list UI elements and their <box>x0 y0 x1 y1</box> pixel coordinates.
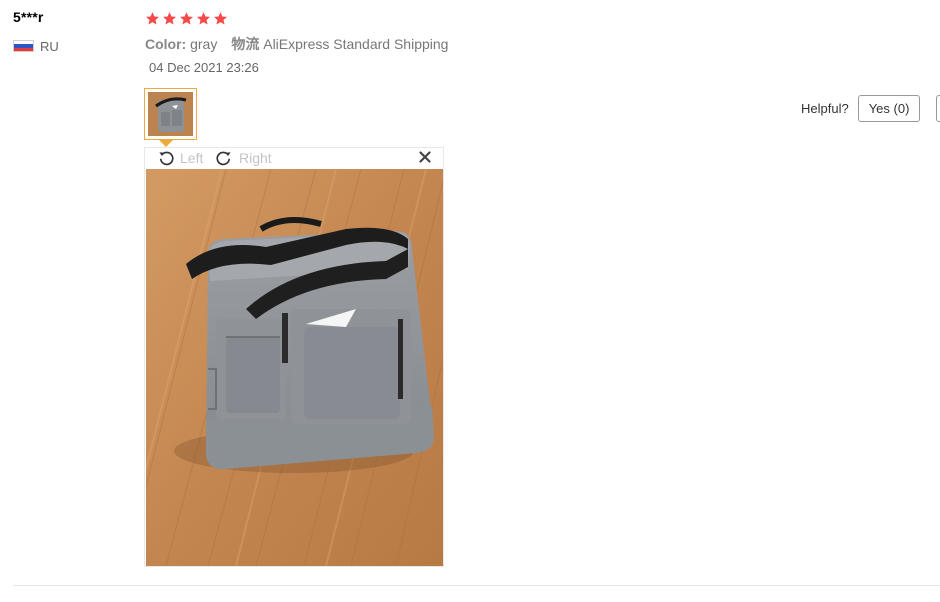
rotate-right-button[interactable]: Right <box>215 149 272 167</box>
country-code: RU <box>40 38 59 54</box>
helpful-section: Helpful? Yes (0) <box>801 95 921 122</box>
rotate-left-label: Left <box>180 150 204 166</box>
star-icon <box>146 12 159 25</box>
photo-viewer-toolbar: Left Right <box>145 148 443 169</box>
star-icon <box>197 12 210 25</box>
star-rating <box>145 11 228 26</box>
star-icon <box>214 12 227 25</box>
logistics-value: AliExpress Standard Shipping <box>263 36 449 52</box>
photo-thumbnail-icon <box>148 92 193 136</box>
bag-photo-image <box>146 169 443 566</box>
color-value: gray <box>190 36 218 52</box>
star-icon <box>180 12 193 25</box>
star-icon <box>163 12 176 25</box>
thumbnail-pointer <box>159 140 173 147</box>
logistics-label: 物流 <box>231 36 260 52</box>
russia-flag-icon <box>13 40 34 52</box>
helpful-label: Helpful? <box>801 101 849 116</box>
reviewer-country: RU <box>13 38 59 54</box>
review-photo-thumbnail[interactable] <box>144 88 197 140</box>
helpful-yes-button[interactable]: Yes (0) <box>857 95 921 122</box>
close-icon[interactable] <box>419 151 431 163</box>
review-attributes: Color: gray 物流 AliExpress Standard Shippi… <box>145 34 448 54</box>
review-item: 5***r RU Color: gray 物流 AliExpress Standa… <box>0 0 940 602</box>
helpful-no-button[interactable] <box>936 95 940 122</box>
reviewer-name: 5***r <box>13 9 44 25</box>
rotate-left-icon <box>159 151 174 166</box>
rotate-right-label: Right <box>239 150 272 166</box>
photo-viewer: Left Right <box>144 147 444 567</box>
color-label: Color: <box>145 36 187 52</box>
rotate-right-icon <box>216 151 231 166</box>
review-date: 04 Dec 2021 23:26 <box>149 60 259 75</box>
review-divider <box>13 585 940 586</box>
rotate-left-button[interactable]: Left <box>157 149 203 167</box>
review-photo <box>146 169 443 566</box>
